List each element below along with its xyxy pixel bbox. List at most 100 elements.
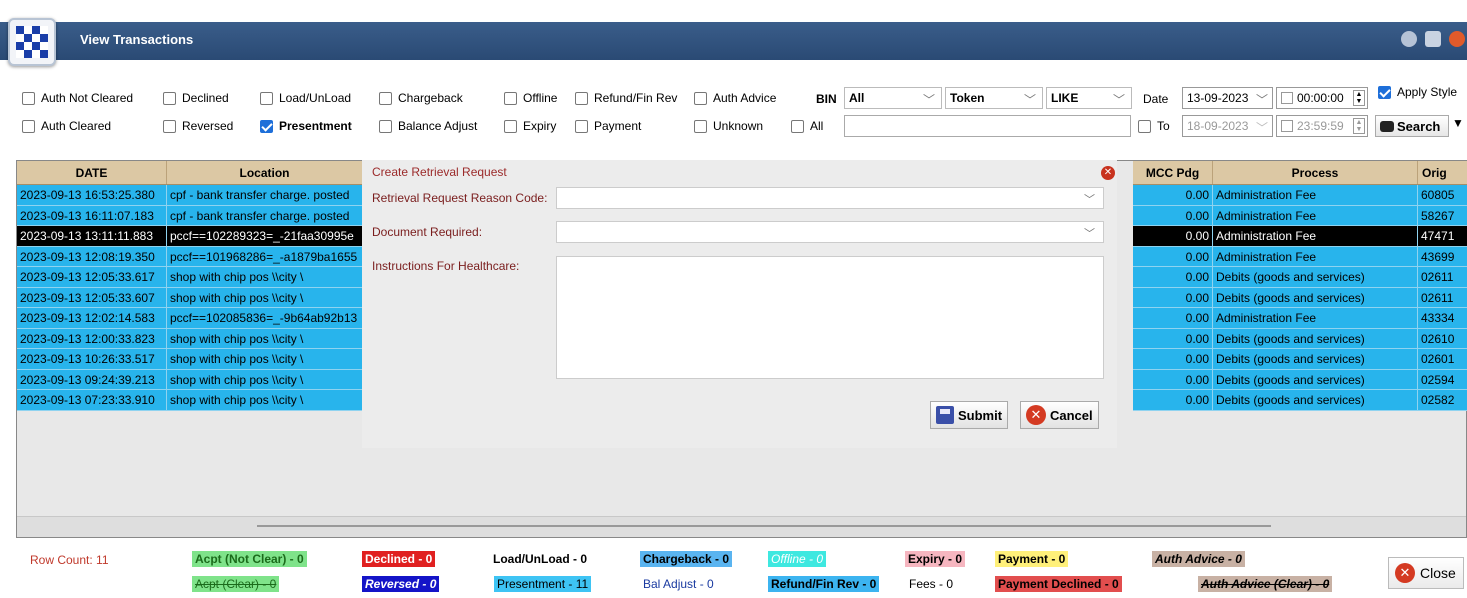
filter-reversed[interactable]: Reversed bbox=[163, 119, 233, 133]
document-required-label: Document Required: bbox=[372, 225, 483, 239]
checkbox-icon[interactable] bbox=[694, 91, 707, 105]
table-row[interactable]: 0.00 Debits (goods and services) 02594 bbox=[1133, 369, 1467, 390]
checkbox-icon[interactable] bbox=[504, 91, 517, 105]
legend-item: Offline - 0 bbox=[768, 551, 827, 567]
table-row[interactable]: 0.00 Debits (goods and services) 02611 bbox=[1133, 267, 1467, 288]
checkbox-icon[interactable] bbox=[1138, 119, 1151, 133]
bin-select[interactable]: All ﹀ bbox=[844, 87, 942, 109]
table-row[interactable]: 2023-09-13 12:05:33.617 shop with chip po… bbox=[17, 267, 363, 288]
table-row[interactable]: 0.00 Administration Fee 47471 bbox=[1133, 226, 1467, 247]
checkbox-icon[interactable] bbox=[1281, 92, 1293, 104]
checkbox-icon[interactable] bbox=[22, 91, 35, 105]
legend-item: Auth Advice (Clear) - 0 bbox=[1198, 576, 1333, 592]
filter-refund-fin-rev[interactable]: Refund/Fin Rev bbox=[575, 91, 677, 105]
checkbox-icon[interactable] bbox=[260, 91, 273, 105]
date-from-picker[interactable]: 13-09-2023 ﹀ bbox=[1182, 87, 1273, 109]
checkbox-checked-icon[interactable] bbox=[260, 119, 273, 133]
restore-icon[interactable] bbox=[1425, 31, 1441, 47]
spinner-icon[interactable]: ▲ ▼ bbox=[1353, 90, 1365, 106]
search-button[interactable]: Search bbox=[1375, 115, 1449, 137]
filter-declined[interactable]: Declined bbox=[163, 91, 229, 105]
filter-to-date[interactable]: To bbox=[1138, 119, 1170, 133]
title-bar bbox=[0, 22, 1467, 60]
checkbox-icon[interactable] bbox=[379, 91, 392, 105]
filter-auth-not-cleared[interactable]: Auth Not Cleared bbox=[22, 91, 133, 105]
reason-code-select[interactable]: ﹀ bbox=[556, 187, 1104, 209]
time-to-picker[interactable]: 23:59:59 ▲ ▼ bbox=[1276, 115, 1368, 137]
legend-item: Acpt (Not Clear) - 0 bbox=[192, 551, 307, 567]
cell-orig: 43334 bbox=[1418, 308, 1467, 328]
table-row[interactable]: 0.00 Debits (goods and services) 02610 bbox=[1133, 328, 1467, 349]
date-to-picker[interactable]: 18-09-2023 ﹀ bbox=[1182, 115, 1273, 137]
table-row[interactable]: 0.00 Administration Fee 60805 bbox=[1133, 185, 1467, 206]
column-header-mcc-pdg[interactable]: MCC Pdg bbox=[1133, 161, 1213, 184]
cell-process: Debits (goods and services) bbox=[1213, 267, 1418, 287]
scrollbar-thumb[interactable] bbox=[257, 525, 1271, 527]
token-select[interactable]: Token ﹀ bbox=[945, 87, 1043, 109]
filter-auth-advice[interactable]: Auth Advice bbox=[694, 91, 776, 105]
table-row[interactable]: 2023-09-13 16:11:07.183 cpf - bank transf… bbox=[17, 205, 363, 226]
checkbox-icon[interactable] bbox=[575, 119, 588, 133]
checkbox-icon[interactable] bbox=[575, 91, 588, 105]
cell-process: Debits (goods and services) bbox=[1213, 369, 1418, 389]
filter-chargeback[interactable]: Chargeback bbox=[379, 91, 463, 105]
table-row[interactable]: 0.00 Administration Fee 58267 bbox=[1133, 205, 1467, 226]
search-value-input[interactable] bbox=[844, 115, 1131, 137]
column-header-process[interactable]: Process bbox=[1213, 161, 1418, 184]
filter-payment[interactable]: Payment bbox=[575, 119, 641, 133]
row-count: Row Count: 11 bbox=[30, 553, 109, 567]
search-options-arrow-icon[interactable]: ▼ bbox=[1452, 116, 1464, 130]
checkbox-icon[interactable] bbox=[694, 119, 707, 133]
checkbox-icon[interactable] bbox=[1281, 120, 1293, 132]
filter-all[interactable]: All bbox=[791, 119, 823, 133]
column-header-location[interactable]: Location bbox=[167, 161, 363, 184]
close-dialog-icon[interactable]: ✕ bbox=[1101, 166, 1115, 180]
table-row[interactable]: 0.00 Administration Fee 43699 bbox=[1133, 246, 1467, 267]
table-row[interactable]: 2023-09-13 16:53:25.380 cpf - bank transf… bbox=[17, 185, 363, 206]
checkbox-icon[interactable] bbox=[504, 119, 517, 133]
table-row[interactable]: 0.00 Debits (goods and services) 02611 bbox=[1133, 287, 1467, 308]
column-header-orig[interactable]: Orig bbox=[1418, 161, 1467, 184]
checkbox-icon[interactable] bbox=[379, 119, 392, 133]
close-button[interactable]: ✕ Close bbox=[1388, 557, 1464, 589]
table-row[interactable]: 0.00 Debits (goods and services) 02601 bbox=[1133, 349, 1467, 370]
table-row[interactable]: 0.00 Administration Fee 43334 bbox=[1133, 308, 1467, 329]
cancel-button[interactable]: ✕ Cancel bbox=[1020, 401, 1099, 429]
table-row[interactable]: 2023-09-13 12:08:19.350 pccf==101968286=_… bbox=[17, 246, 363, 267]
document-required-select[interactable]: ﹀ bbox=[556, 221, 1104, 243]
cell-date: 2023-09-13 12:00:33.823 bbox=[17, 328, 167, 348]
operator-select[interactable]: LIKE ﹀ bbox=[1046, 87, 1132, 109]
cell-process: Debits (goods and services) bbox=[1213, 349, 1418, 369]
checkbox-icon[interactable] bbox=[163, 119, 176, 133]
filter-presentment[interactable]: Presentment bbox=[260, 119, 352, 133]
table-row[interactable]: 2023-09-13 12:02:14.583 pccf==102085836=_… bbox=[17, 308, 363, 329]
table-row[interactable]: 2023-09-13 10:26:33.517 shop with chip po… bbox=[17, 349, 363, 370]
instructions-textarea[interactable] bbox=[556, 256, 1104, 379]
close-window-icon[interactable] bbox=[1449, 31, 1465, 47]
table-row[interactable]: 2023-09-13 12:05:33.607 shop with chip po… bbox=[17, 287, 363, 308]
cell-mcc-pdg: 0.00 bbox=[1133, 308, 1213, 328]
time-from-picker[interactable]: 00:00:00 ▲ ▼ bbox=[1276, 87, 1368, 109]
filter-balance-adjust[interactable]: Balance Adjust bbox=[379, 119, 477, 133]
table-row[interactable]: 2023-09-13 13:11:11.883 pccf==102289323=_… bbox=[17, 226, 363, 247]
table-row[interactable]: 2023-09-13 12:00:33.823 shop with chip po… bbox=[17, 328, 363, 349]
spinner-icon[interactable]: ▲ ▼ bbox=[1353, 118, 1365, 134]
checkbox-icon[interactable] bbox=[163, 91, 176, 105]
table-row[interactable]: 0.00 Debits (goods and services) 02582 bbox=[1133, 390, 1467, 411]
filter-expiry[interactable]: Expiry bbox=[504, 119, 556, 133]
submit-button[interactable]: Submit bbox=[930, 401, 1009, 429]
filter-offline[interactable]: Offline bbox=[504, 91, 557, 105]
table-row[interactable]: 2023-09-13 07:23:33.910 shop with chip po… bbox=[17, 390, 363, 411]
apply-style-toggle[interactable]: Apply Style bbox=[1378, 85, 1457, 99]
table-row[interactable]: 2023-09-13 09:24:39.213 shop with chip po… bbox=[17, 369, 363, 390]
checkbox-icon[interactable] bbox=[22, 119, 35, 133]
filter-auth-cleared[interactable]: Auth Cleared bbox=[22, 119, 111, 133]
cell-location: pccf==101968286=_-a1879ba1655 bbox=[167, 246, 363, 266]
filter-unknown[interactable]: Unknown bbox=[694, 119, 763, 133]
transactions-grid-left: DATE Location 2023-09-13 16:53:25.380 cpf… bbox=[17, 161, 363, 411]
filter-load-unload[interactable]: Load/UnLoad bbox=[260, 91, 351, 105]
minimize-icon[interactable] bbox=[1401, 31, 1417, 47]
checkbox-checked-icon[interactable] bbox=[1378, 85, 1391, 99]
column-header-date[interactable]: DATE bbox=[17, 161, 167, 184]
checkbox-icon[interactable] bbox=[791, 119, 804, 133]
